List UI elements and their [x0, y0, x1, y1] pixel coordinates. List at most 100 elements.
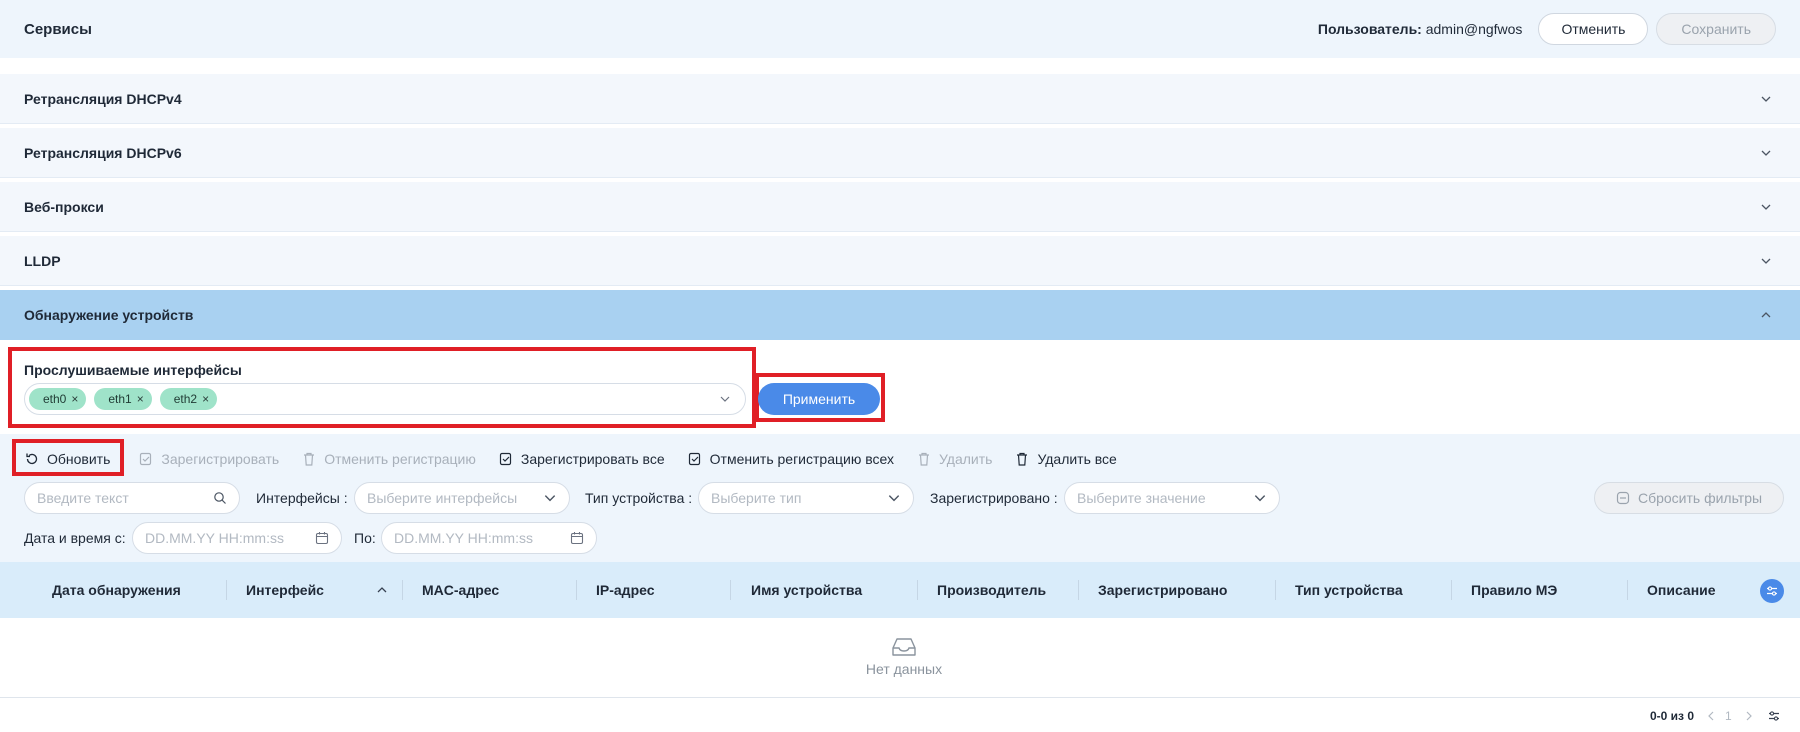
column-header-description[interactable]: Описание	[1647, 562, 1716, 618]
chevron-down-icon	[888, 495, 900, 502]
column-header-discovery-date[interactable]: Дата обнаружения	[52, 562, 181, 618]
empty-inbox-icon	[892, 638, 916, 656]
column-settings-button[interactable]	[1760, 579, 1784, 603]
reset-filter-icon	[1616, 491, 1630, 505]
section-dhcpv4-relay[interactable]: Ретрансляция DHCPv4	[0, 74, 1800, 124]
column-divider	[1078, 580, 1079, 600]
section-device-discovery[interactable]: Обнаружение устройств	[0, 290, 1800, 340]
toolbar: Обновить Зарегистрировать Отменить регис…	[24, 448, 1139, 470]
search-placeholder: Введите текст	[37, 490, 129, 506]
calendar-icon	[315, 532, 329, 545]
tag-label: eth1	[108, 392, 132, 406]
column-divider	[576, 580, 577, 600]
date-from-label: Дата и время с:	[24, 530, 126, 546]
tag-label: eth0	[43, 392, 67, 406]
listening-interfaces-select[interactable]: eth0 × eth1 × eth2 ×	[24, 383, 746, 415]
unregister-all-label: Отменить регистрацию всех	[709, 451, 894, 467]
interfaces-filter-label: Интерфейсы :	[256, 490, 348, 506]
column-divider	[1451, 580, 1452, 600]
date-from-placeholder: DD.MM.YY HH:mm:ss	[145, 530, 284, 546]
column-header-mac[interactable]: MAC-адрес	[422, 562, 499, 618]
current-user: Пользователь: admin@ngfwos	[1318, 21, 1523, 37]
user-value: admin@ngfwos	[1425, 21, 1523, 37]
date-to-placeholder: DD.MM.YY HH:mm:ss	[394, 530, 533, 546]
refresh-label: Обновить	[47, 451, 111, 467]
interfaces-filter-select[interactable]: Выберите интерфейсы	[354, 482, 570, 514]
calendar-icon	[570, 532, 584, 545]
section-lldp[interactable]: LLDP	[0, 236, 1800, 286]
listening-interfaces-label: Прослушиваемые интерфейсы	[24, 362, 242, 378]
cancel-button[interactable]: Отменить	[1538, 13, 1649, 45]
close-icon[interactable]: ×	[71, 392, 78, 406]
apply-button[interactable]: Применить	[758, 383, 880, 415]
column-header-vendor[interactable]: Производитель	[937, 562, 1046, 618]
save-button[interactable]: Сохранить	[1656, 13, 1776, 45]
register-label: Зарегистрировать	[161, 451, 280, 467]
register-icon	[140, 452, 152, 466]
column-divider	[402, 580, 403, 600]
chevron-down-icon	[1254, 495, 1266, 502]
section-title: Ретрансляция DHCPv4	[24, 90, 182, 107]
date-to-input[interactable]: DD.MM.YY HH:mm:ss	[381, 522, 597, 554]
search-icon	[214, 492, 226, 504]
chevron-down-icon	[1761, 258, 1771, 264]
unregister-button[interactable]: Отменить регистрацию	[301, 451, 476, 467]
section-title: Ретрансляция DHCPv6	[24, 144, 182, 161]
column-divider	[1627, 580, 1628, 600]
column-divider	[730, 580, 731, 600]
date-from-input[interactable]: DD.MM.YY HH:mm:ss	[132, 522, 342, 554]
chevron-left-icon[interactable]	[1706, 710, 1716, 722]
registered-filter-select[interactable]: Выберите значение	[1064, 482, 1280, 514]
pagination: 0-0 из 0	[1650, 709, 1694, 723]
column-divider	[917, 580, 918, 600]
column-header-fw-rule[interactable]: Правило МЭ	[1471, 562, 1557, 618]
device-type-filter-label: Тип устройства :	[585, 490, 693, 506]
unregister-label: Отменить регистрацию	[324, 451, 476, 467]
column-divider	[1275, 580, 1276, 600]
register-icon	[499, 452, 511, 466]
chevron-right-icon[interactable]	[1744, 710, 1754, 722]
page-settings-icon[interactable]	[1767, 709, 1781, 723]
section-web-proxy[interactable]: Веб-прокси	[0, 182, 1800, 232]
section-dhcpv6-relay[interactable]: Ретрансляция DHCPv6	[0, 128, 1800, 178]
trash-icon	[304, 452, 315, 466]
interface-tag: eth2 ×	[159, 388, 218, 410]
close-icon[interactable]: ×	[202, 392, 209, 406]
chevron-down-icon	[1761, 150, 1771, 156]
section-title: LLDP	[24, 252, 61, 269]
page-title: Сервисы	[24, 20, 92, 38]
delete-all-button[interactable]: Удалить все	[1014, 451, 1117, 467]
date-to-label: По:	[354, 530, 376, 546]
register-button[interactable]: Зарегистрировать	[138, 451, 279, 467]
chevron-down-icon	[1761, 204, 1771, 210]
sort-up-icon[interactable]	[376, 584, 388, 596]
delete-label: Удалить	[938, 451, 993, 467]
column-header-device-name[interactable]: Имя устройства	[751, 562, 862, 618]
page-number[interactable]: 1	[1725, 709, 1732, 723]
chevron-down-icon	[1761, 96, 1771, 102]
register-icon	[688, 452, 700, 466]
interface-tag: eth1 ×	[94, 388, 152, 410]
refresh-button[interactable]: Обновить	[24, 451, 110, 467]
registered-placeholder: Выберите значение	[1077, 490, 1206, 506]
register-all-label: Зарегистрировать все	[520, 451, 665, 467]
unregister-all-button[interactable]: Отменить регистрацию всех	[687, 451, 894, 467]
delete-button[interactable]: Удалить	[916, 451, 992, 467]
trash-icon	[918, 452, 929, 466]
device-type-filter-select[interactable]: Выберите тип	[698, 482, 914, 514]
reset-filters-button[interactable]: Сбросить фильтры	[1594, 482, 1784, 514]
table-body	[0, 618, 1800, 698]
column-header-registered[interactable]: Зарегистрировано	[1098, 562, 1227, 618]
column-header-ip[interactable]: IP-адрес	[596, 562, 655, 618]
search-input[interactable]: Введите текст	[24, 482, 240, 514]
chevron-down-icon	[544, 495, 556, 502]
delete-all-label: Удалить все	[1037, 451, 1117, 467]
close-icon[interactable]: ×	[137, 392, 144, 406]
column-divider	[226, 580, 227, 600]
empty-state-text: Нет данных	[865, 661, 943, 677]
device-type-placeholder: Выберите тип	[711, 490, 802, 506]
column-header-interface[interactable]: Интерфейс	[246, 562, 324, 618]
section-title: Веб-прокси	[24, 198, 104, 215]
register-all-button[interactable]: Зарегистрировать все	[498, 451, 665, 467]
column-header-device-type[interactable]: Тип устройства	[1295, 562, 1403, 618]
